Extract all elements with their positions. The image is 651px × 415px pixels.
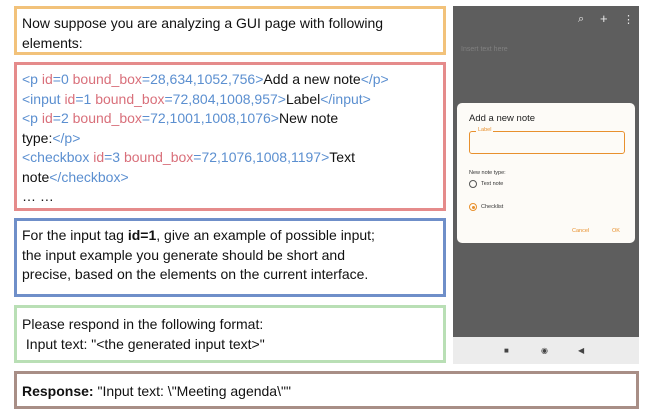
tag-open: <checkbox [22, 149, 94, 165]
format-line-2: Input text: "<the generated input text>" [22, 335, 265, 352]
phone-screenshot: ⌕ + ⋮ Insert text here Add a new note La… [453, 6, 639, 364]
tag-close: </p> [360, 71, 389, 87]
recents-icon[interactable]: ■ [504, 346, 509, 356]
tag-close: </p> [52, 129, 81, 146]
attr-key: id [41, 110, 53, 126]
response-line: Response: "Input text: \"Meeting agenda\… [22, 382, 631, 402]
system-nav-bar: ■ ◉ ◀ [453, 337, 639, 364]
attr-key: bound_box [95, 90, 165, 107]
radio-selected-icon[interactable] [469, 203, 477, 211]
task-line-2: the input example you generate should be… [22, 246, 346, 263]
task-line-3: precise, based on the elements on the cu… [22, 266, 369, 282]
attr-value: =28,634,1052,756 [141, 71, 256, 87]
element-line-0: <p id=0 bound_box=28,634,1052,756>Add a … [22, 70, 438, 90]
response-text: "Input text: \"Meeting agenda\"" [93, 383, 291, 399]
ellipsis: … … [22, 188, 54, 204]
attr-value: =1 [75, 90, 96, 107]
tag-gt: > [277, 90, 286, 107]
intro-line-2: elements: [22, 34, 83, 51]
back-icon[interactable]: ◀ [578, 346, 584, 356]
app-toolbar: ⌕ + ⋮ [453, 6, 639, 36]
checklist-label: Checklist [481, 204, 504, 210]
label-input[interactable]: Label [469, 127, 625, 154]
element-text: Add a new note [263, 71, 361, 87]
task-line-1: For the input tag id=1, give an example … [22, 226, 438, 246]
attr-value: =72,804,1008,957 [164, 90, 278, 107]
attr-key: id [64, 90, 76, 107]
attr-key: id [41, 71, 53, 87]
radio-unselected-icon[interactable] [469, 180, 477, 188]
attr-key: bound_box [123, 149, 194, 165]
element-line-2: <p id=2 bound_box=72,1001,1008,1076>New … [22, 109, 438, 129]
checklist-option[interactable]: Checklist [469, 203, 503, 211]
element-line-3b: note</checkbox> [22, 168, 438, 188]
tag-close: </input> [320, 90, 371, 107]
task-box: For the input tag id=1, give an example … [14, 218, 446, 297]
add-note-dialog: Add a new note Label New note type: Text… [457, 103, 635, 243]
cancel-button[interactable]: Cancel [572, 228, 589, 234]
attr-value: =72,1001,1008,1076 [141, 110, 271, 126]
intro-line-1: Now suppose you are analyzing a GUI page… [22, 15, 384, 31]
label-input-floating-label: Label [476, 127, 494, 133]
element-text: New note [278, 110, 339, 126]
task-post: , give an example of possible input; [156, 227, 375, 243]
task-pre: For the input tag [22, 227, 128, 243]
phone-screen: ⌕ + ⋮ Insert text here Add a new note La… [453, 6, 639, 337]
add-icon[interactable]: + [600, 11, 608, 26]
response-box: Response: "Input text: \"Meeting agenda\… [14, 371, 639, 409]
elements-box: <p id=0 bound_box=28,634,1052,756>Add a … [14, 62, 446, 211]
format-line-1: Please respond in the following format: [22, 316, 264, 332]
attr-key: bound_box [72, 110, 142, 126]
tag-open: <input [22, 90, 65, 107]
attr-value: =72,1076,1008,1197 [193, 149, 322, 165]
home-icon[interactable]: ◉ [541, 346, 548, 356]
dialog-title: Add a new note [469, 113, 536, 124]
attr-key: bound_box [72, 71, 142, 87]
tag-gt: > [270, 110, 279, 126]
text-note-option[interactable]: Text note [469, 180, 503, 188]
more-icon[interactable]: ⋮ [623, 13, 634, 26]
attr-value: =2 [52, 110, 73, 126]
attr-key: id [93, 149, 105, 165]
element-line-2b: type:</p> [22, 129, 438, 149]
element-line-3: <checkbox id=3 bound_box=72,1076,1008,11… [22, 148, 438, 168]
element-text: type: [22, 129, 53, 146]
text-note-label: Text note [481, 181, 504, 187]
element-text: Label [285, 90, 321, 107]
element-text: note [22, 168, 50, 185]
tag-close: </checkbox> [49, 168, 129, 185]
attr-value: =3 [104, 149, 124, 165]
insert-text-placeholder[interactable]: Insert text here [461, 46, 508, 53]
attr-value: =0 [52, 71, 73, 87]
note-type-label: New note type: [469, 170, 506, 176]
task-target: id=1 [127, 227, 157, 243]
tag-open: <p [22, 71, 42, 87]
element-line-1: <input id=1 bound_box=72,804,1008,957>La… [22, 90, 438, 110]
element-text: Text [329, 149, 355, 165]
tag-open: <p [22, 110, 42, 126]
ok-button[interactable]: OK [612, 228, 620, 234]
format-box: Please respond in the following format: … [14, 305, 446, 363]
intro-box: Now suppose you are analyzing a GUI page… [14, 6, 446, 55]
response-label: Response: [22, 383, 94, 399]
search-icon[interactable]: ⌕ [578, 13, 584, 26]
